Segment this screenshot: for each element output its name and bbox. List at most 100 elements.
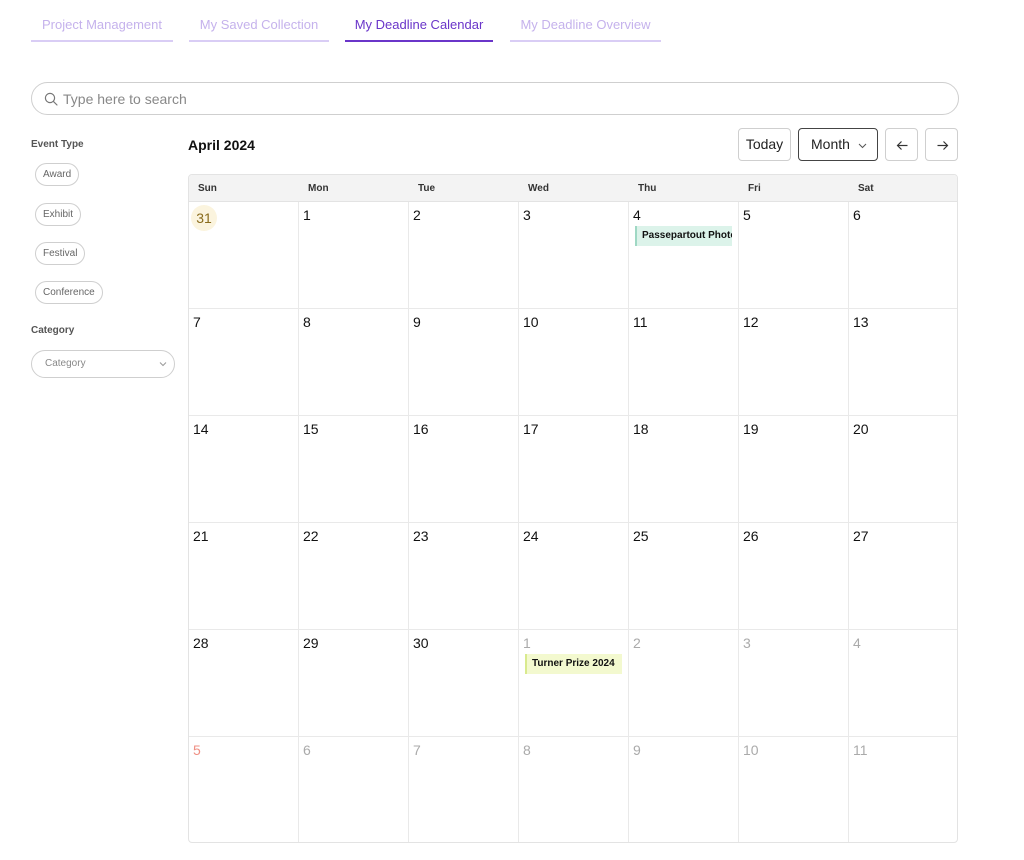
- filter-chip-festival[interactable]: Festival: [35, 242, 86, 265]
- calendar-day-cell[interactable]: 14: [189, 416, 299, 523]
- date-number: 23: [413, 528, 429, 544]
- date-number: 16: [413, 421, 429, 437]
- date-number: 24: [523, 528, 539, 544]
- date-number: 17: [523, 421, 539, 437]
- calendar-day-cell[interactable]: 11: [849, 737, 957, 842]
- date-number: 2: [633, 635, 641, 651]
- calendar-day-cell[interactable]: 16: [409, 416, 519, 523]
- weekday-header-row: Sun Mon Tue Wed Thu Fri Sat: [189, 175, 957, 202]
- calendar-day-cell[interactable]: 7: [409, 737, 519, 842]
- today-date-number: 31: [191, 205, 217, 231]
- category-heading: Category: [31, 325, 75, 336]
- date-number: 4: [633, 207, 641, 223]
- date-number: 28: [193, 635, 209, 651]
- date-number: 10: [743, 742, 759, 758]
- calendar-day-cell[interactable]: 13: [849, 309, 957, 416]
- calendar-day-cell[interactable]: 27: [849, 523, 957, 630]
- weekday-header: Wed: [528, 183, 549, 194]
- filter-chip-conference[interactable]: Conference: [35, 281, 103, 304]
- weekday-header: Mon: [308, 183, 329, 194]
- date-number: 11: [853, 742, 868, 758]
- next-month-button[interactable]: [925, 128, 958, 161]
- calendar-day-cell[interactable]: 4 Passepartout Photo Prize: [629, 202, 739, 309]
- calendar-day-cell[interactable]: 23: [409, 523, 519, 630]
- calendar-day-cell[interactable]: 6: [299, 737, 409, 842]
- date-number: 14: [193, 421, 209, 437]
- calendar-day-cell[interactable]: 8: [519, 737, 629, 842]
- tab-my-saved-collection[interactable]: My Saved Collection: [189, 0, 329, 42]
- tab-project-management[interactable]: Project Management: [31, 0, 173, 42]
- date-number: 20: [853, 421, 869, 437]
- date-number: 7: [193, 314, 201, 330]
- calendar-day-cell[interactable]: 26: [739, 523, 849, 630]
- calendar-day-cell[interactable]: 12: [739, 309, 849, 416]
- date-number: 12: [743, 314, 759, 330]
- weekday-header: Tue: [418, 183, 436, 194]
- calendar-day-cell[interactable]: 8: [299, 309, 409, 416]
- date-number: 7: [413, 742, 421, 758]
- chevron-down-icon: [159, 362, 167, 367]
- date-number: 9: [633, 742, 641, 758]
- weekday-header: Fri: [748, 183, 761, 194]
- calendar-day-cell[interactable]: 5: [739, 202, 849, 309]
- calendar-day-cell[interactable]: 20: [849, 416, 957, 523]
- filter-chip-exhibit[interactable]: Exhibit: [35, 203, 82, 226]
- calendar-day-cell[interactable]: 7: [189, 309, 299, 416]
- calendar-day-cell[interactable]: 5: [189, 737, 299, 842]
- search-icon: [44, 92, 58, 106]
- date-number: 15: [303, 421, 319, 437]
- date-number: 1: [523, 635, 531, 651]
- calendar-day-cell[interactable]: 25: [629, 523, 739, 630]
- calendar-day-cell[interactable]: 17: [519, 416, 629, 523]
- calendar-event[interactable]: Passepartout Photo Prize: [635, 226, 732, 246]
- calendar-day-cell[interactable]: 22: [299, 523, 409, 630]
- arrow-right-icon: [937, 141, 949, 150]
- view-select-value: Month: [811, 136, 850, 152]
- calendar-day-cell[interactable]: 18: [629, 416, 739, 523]
- date-number: 3: [743, 635, 751, 651]
- calendar-day-cell[interactable]: 24: [519, 523, 629, 630]
- category-select[interactable]: Category: [31, 350, 175, 378]
- date-number: 26: [743, 528, 759, 544]
- calendar-day-cell[interactable]: 19: [739, 416, 849, 523]
- calendar-day-cell[interactable]: 10: [739, 737, 849, 842]
- calendar-day-cell[interactable]: 2: [409, 202, 519, 309]
- calendar-day-cell[interactable]: 31: [189, 202, 299, 309]
- tab-my-deadline-overview[interactable]: My Deadline Overview: [510, 0, 661, 42]
- calendar-day-cell[interactable]: 15: [299, 416, 409, 523]
- date-number: 18: [633, 421, 649, 437]
- calendar-day-cell[interactable]: 1: [299, 202, 409, 309]
- weekday-header: Sun: [198, 183, 217, 194]
- calendar-day-cell[interactable]: 11: [629, 309, 739, 416]
- calendar-day-cell[interactable]: 10: [519, 309, 629, 416]
- date-number: 3: [523, 207, 531, 223]
- calendar-day-cell[interactable]: 9: [409, 309, 519, 416]
- date-number: 5: [193, 742, 201, 758]
- view-select[interactable]: Month: [798, 128, 878, 161]
- calendar-day-cell[interactable]: 30: [409, 630, 519, 737]
- filter-chip-award[interactable]: Award: [35, 163, 80, 186]
- calendar-day-cell[interactable]: 1 Turner Prize 2024: [519, 630, 629, 737]
- date-number: 11: [633, 314, 648, 330]
- calendar-day-cell[interactable]: 9: [629, 737, 739, 842]
- today-button[interactable]: Today: [738, 128, 791, 161]
- calendar-day-cell[interactable]: 2: [629, 630, 739, 737]
- weekday-header: Sat: [858, 183, 874, 194]
- weekday-header: Thu: [638, 183, 657, 194]
- calendar-day-cell[interactable]: 3: [519, 202, 629, 309]
- calendar-day-cell[interactable]: 3: [739, 630, 849, 737]
- date-number: 5: [743, 207, 751, 223]
- search-input[interactable]: [63, 83, 943, 114]
- calendar-day-cell[interactable]: 6: [849, 202, 957, 309]
- date-number: 6: [303, 742, 311, 758]
- calendar-day-cell[interactable]: 29: [299, 630, 409, 737]
- date-number: 10: [523, 314, 539, 330]
- date-number: 9: [413, 314, 421, 330]
- calendar-day-cell[interactable]: 28: [189, 630, 299, 737]
- calendar-day-cell[interactable]: 4: [849, 630, 957, 737]
- calendar-day-cell[interactable]: 21: [189, 523, 299, 630]
- calendar-month-title: April 2024: [188, 137, 255, 153]
- tab-my-deadline-calendar[interactable]: My Deadline Calendar: [345, 0, 493, 42]
- calendar-event[interactable]: Turner Prize 2024: [525, 654, 622, 674]
- previous-month-button[interactable]: [885, 128, 918, 161]
